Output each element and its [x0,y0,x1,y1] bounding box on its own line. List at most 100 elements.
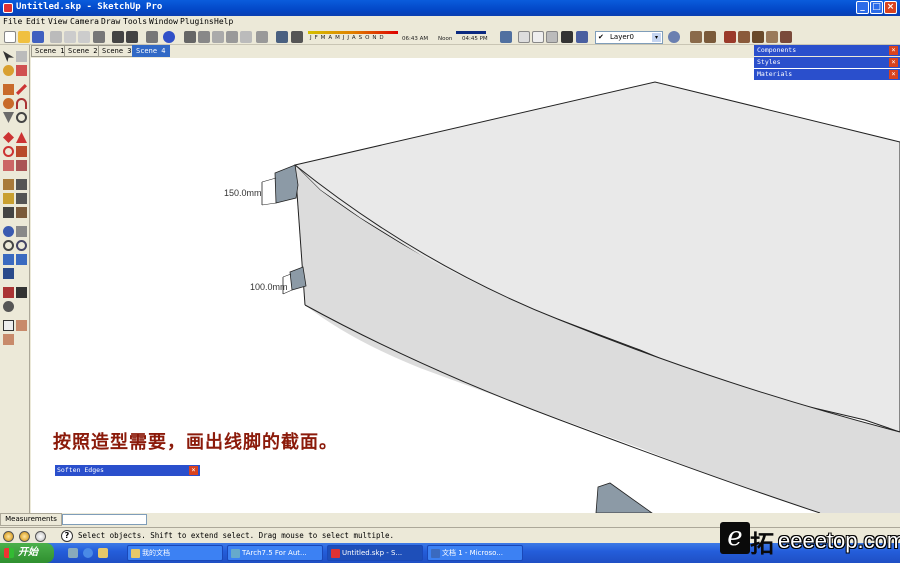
explorer-quicklaunch-icon[interactable] [98,548,108,558]
make-component-icon[interactable] [16,51,27,62]
arc-tool-icon[interactable] [16,98,27,109]
dimension-tool-icon[interactable] [16,179,27,190]
axes-tool-icon[interactable] [3,207,14,218]
close-icon[interactable]: × [889,70,898,79]
task-word[interactable]: 文档 1 - Microso... [427,545,523,561]
look-around-icon[interactable] [3,301,14,312]
text-tool-icon[interactable] [16,193,27,204]
close-icon[interactable]: × [189,466,198,475]
follow-me-tool-icon[interactable] [16,146,27,157]
redo-icon[interactable] [126,31,138,43]
tab-scene-4[interactable]: Scene 4 [132,45,170,57]
share-component-icon[interactable] [738,31,750,43]
task-tarch[interactable]: TArch7.5 For Aut... [227,545,323,561]
close-icon[interactable]: × [889,58,898,67]
menu-draw[interactable]: Draw [101,17,120,26]
measurements-input[interactable] [62,514,147,525]
shadow-date-time-slider[interactable]: J F M A M J J A S O N D 06:43 AM Noon 04… [308,31,488,44]
wireframe-style-icon[interactable] [518,31,530,43]
ruby-plugin-icon-1[interactable] [752,31,764,43]
materials-panel-header[interactable]: Materials × [754,69,900,80]
chevron-down-icon[interactable]: ▾ [652,33,661,42]
section-display-icon[interactable] [16,320,27,331]
soften-edges-panel-header[interactable]: Soften Edges × [55,465,200,476]
display-shadows-icon[interactable] [291,31,303,43]
menu-file[interactable]: File [3,17,22,26]
new-file-icon[interactable] [4,31,16,43]
polygon-tool-icon[interactable] [3,112,14,123]
scale-tool-icon[interactable] [3,160,14,171]
eraser-tool-icon[interactable] [16,65,27,76]
position-camera-icon[interactable] [3,287,14,298]
warehouse-icon[interactable] [690,31,702,43]
freehand-tool-icon[interactable] [16,112,27,123]
paint-bucket-icon[interactable] [3,65,14,76]
camera-iso-icon[interactable] [184,31,196,43]
menu-tools[interactable]: Tools [123,17,147,26]
select-tool-icon[interactable] [3,51,14,62]
copy-icon[interactable] [64,31,76,43]
task-my-documents[interactable]: 我的文档 [127,545,223,561]
menu-window[interactable]: Window [149,17,178,26]
cut-icon[interactable] [50,31,62,43]
camera-top-icon[interactable] [198,31,210,43]
paste-icon[interactable] [78,31,90,43]
menu-help[interactable]: Help [214,17,233,26]
maximize-button[interactable]: □ [870,1,883,14]
layer-manager-icon[interactable] [668,31,680,43]
shadow-date-bar[interactable] [308,31,398,34]
geo-location-icon[interactable] [3,531,14,542]
undo-icon[interactable] [112,31,124,43]
menu-camera[interactable]: Camera [70,17,99,26]
rectangle-tool-icon[interactable] [3,84,14,95]
hidden-line-style-icon[interactable] [532,31,544,43]
zoom-extents-icon[interactable] [3,268,14,279]
styles-panel-header[interactable]: Styles × [754,57,900,68]
model-info-icon[interactable] [163,31,175,43]
menu-plugins[interactable]: Plugins [180,17,214,26]
user-icon[interactable] [35,531,46,542]
tab-scene-1[interactable]: Scene 1 [31,45,69,57]
shadow-settings-icon[interactable] [276,31,288,43]
push-pull-tool-icon[interactable] [16,132,27,143]
section-plane-icon[interactable] [3,320,14,331]
credits-icon[interactable] [19,531,30,542]
ruby-plugin-icon-2[interactable] [766,31,778,43]
move-tool-icon[interactable] [3,132,14,143]
camera-front-icon[interactable] [212,31,224,43]
ie-quicklaunch-icon[interactable] [83,548,93,558]
components-panel-header[interactable]: Components × [754,45,900,56]
orbit-tool-icon[interactable] [3,226,14,237]
offset-tool-icon[interactable] [16,160,27,171]
camera-back-icon[interactable] [240,31,252,43]
close-icon[interactable]: × [889,46,898,55]
xray-style-icon[interactable] [500,31,512,43]
sketchup-app-icon[interactable] [3,3,13,13]
minimize-button[interactable]: _ [856,1,869,14]
save-icon[interactable] [32,31,44,43]
next-view-icon[interactable] [16,254,27,265]
help-icon[interactable]: ? [61,530,73,542]
tape-measure-icon[interactable] [3,179,14,190]
3d-text-tool-icon[interactable] [16,207,27,218]
shaded-style-icon[interactable] [546,31,558,43]
zoom-tool-icon[interactable] [3,240,14,251]
protractor-tool-icon[interactable] [3,193,14,204]
tab-scene-3[interactable]: Scene 3 [98,45,136,57]
camera-right-icon[interactable] [226,31,238,43]
close-button[interactable]: × [884,1,897,14]
rotate-tool-icon[interactable] [3,146,14,157]
menu-edit[interactable]: Edit [26,17,45,26]
ruby-plugin-icon-3[interactable] [780,31,792,43]
start-button[interactable]: 开始 [0,543,54,563]
model-viewport[interactable]: 150.0mm 100.0mm 按照造型需要，画出线脚的截面。 [31,58,900,513]
monochrome-style-icon[interactable] [576,31,588,43]
open-file-icon[interactable] [18,31,30,43]
line-tool-icon[interactable] [16,84,27,95]
previous-view-icon[interactable] [3,254,14,265]
zoom-window-icon[interactable] [16,240,27,251]
shaded-textures-icon[interactable] [561,31,573,43]
shadow-time-bar[interactable] [456,31,486,34]
layer-dropdown[interactable]: ✔ Layer0 ▾ [595,31,663,44]
menu-view[interactable]: View [48,17,67,26]
